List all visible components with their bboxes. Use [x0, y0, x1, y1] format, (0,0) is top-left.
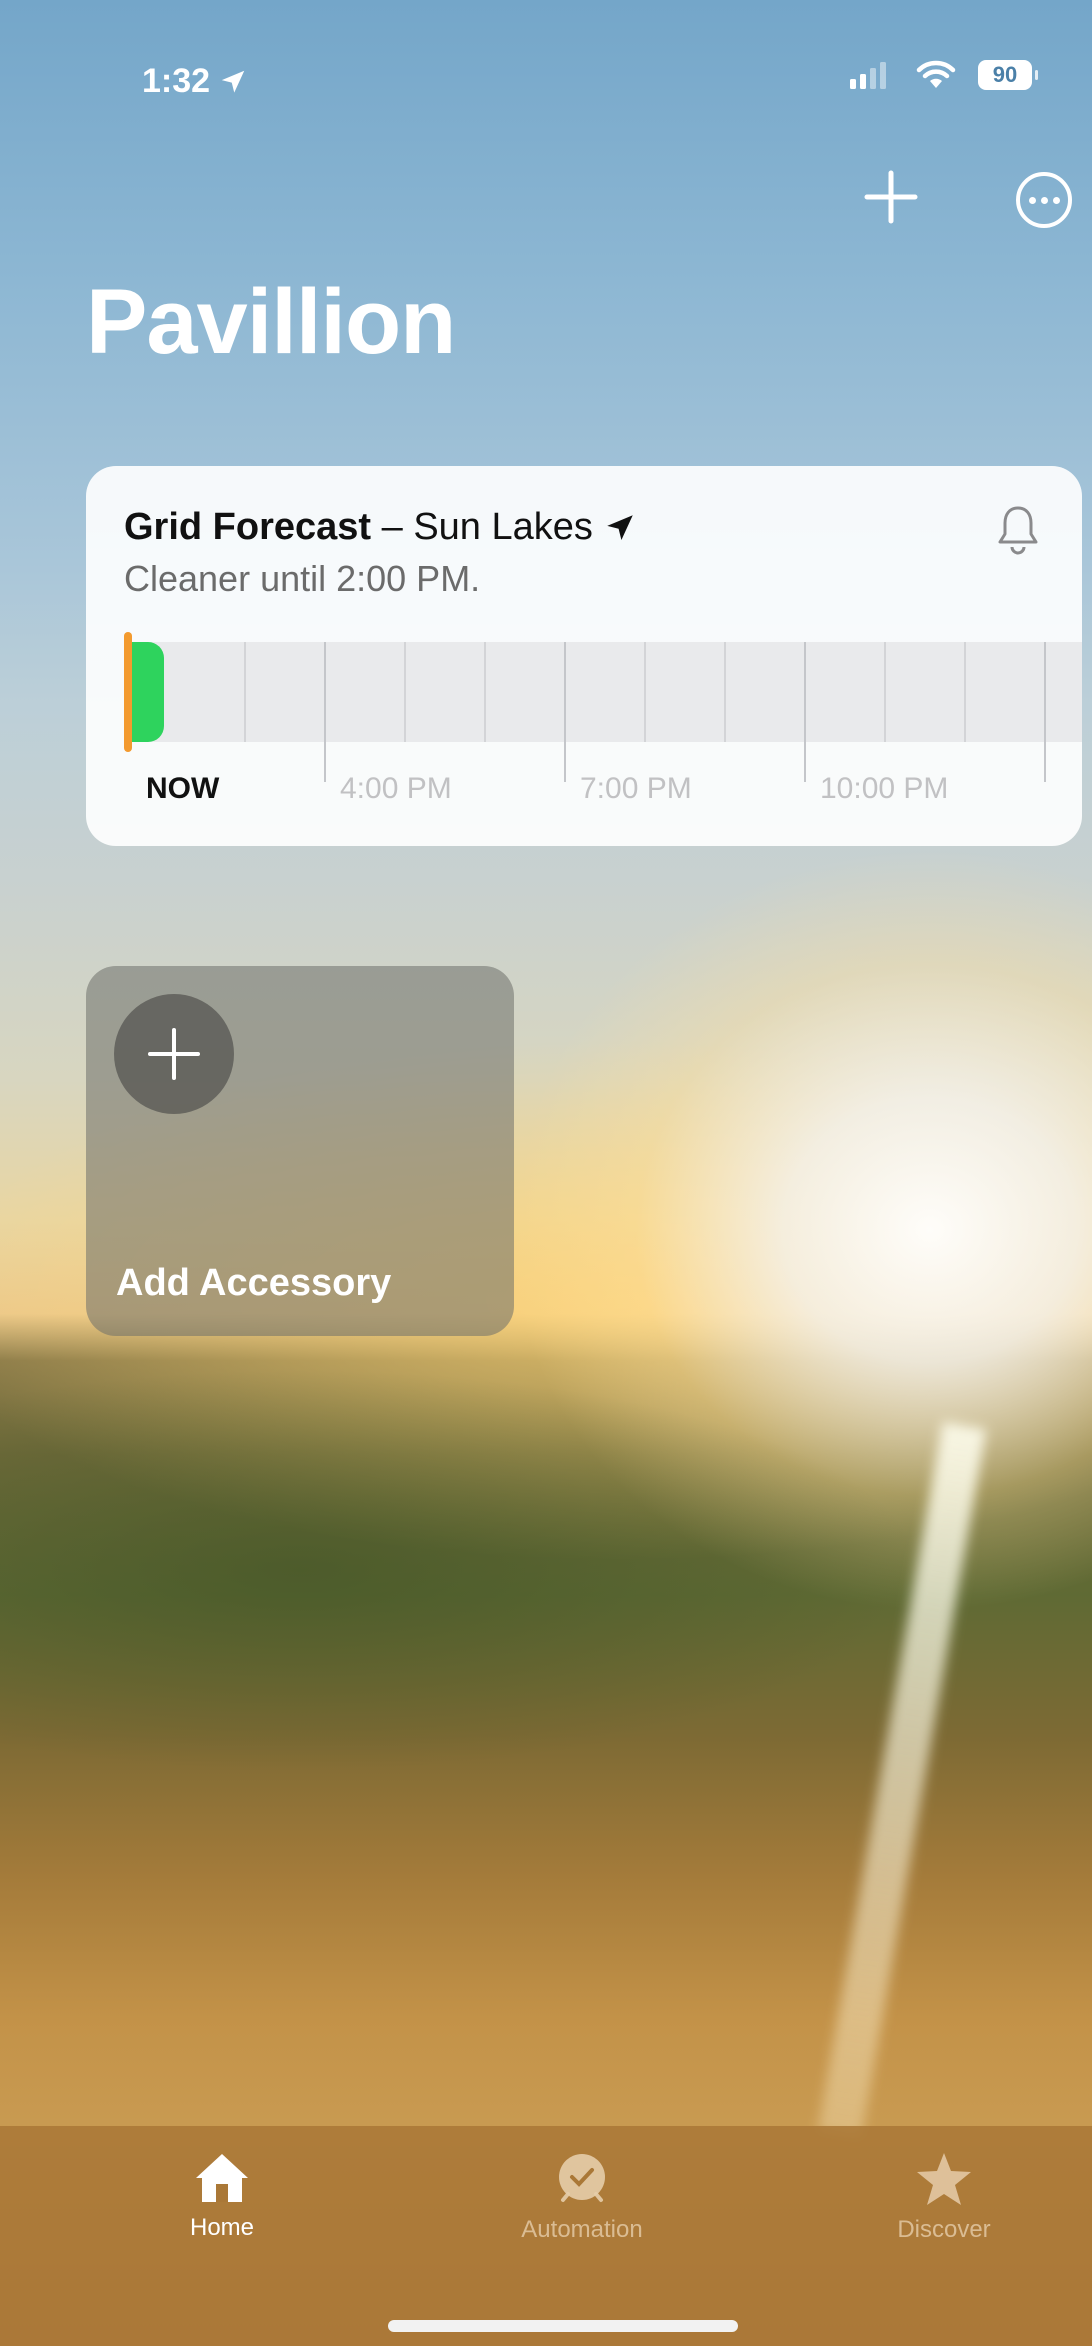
battery-indicator: 90	[978, 60, 1038, 90]
timeline-tick	[564, 642, 566, 782]
status-time-text: 1:32	[142, 62, 211, 100]
dot	[1028, 196, 1036, 204]
tab-label: Discover	[897, 2216, 991, 2243]
forecast-title-bold: Grid Forecast	[124, 506, 372, 548]
bell-icon[interactable]	[996, 504, 1040, 556]
timeline-tick	[1044, 642, 1046, 782]
status-time: 1:32	[142, 62, 248, 101]
grid-forecast-card[interactable]: Grid Forecast – Sun Lakes Cleaner until …	[86, 466, 1082, 846]
forecast-location: – Sun Lakes	[371, 506, 593, 548]
timeline-tick	[804, 642, 806, 782]
now-marker	[124, 632, 132, 752]
add-accessory-label: Add Accessory	[116, 1262, 392, 1304]
timeline-time-label: 10:00 PM	[820, 772, 949, 805]
house-icon	[196, 2154, 248, 2202]
location-arrow-icon	[221, 70, 245, 93]
add-accessory-icon-wrap	[114, 994, 234, 1114]
timeline-tick	[484, 642, 486, 742]
plus-icon	[864, 170, 918, 224]
more-button[interactable]	[1016, 172, 1072, 228]
timeline-time-label: 4:00 PM	[340, 772, 452, 805]
timeline-tick	[724, 642, 726, 742]
plus-icon	[148, 1028, 200, 1080]
clock-icon	[559, 2154, 605, 2202]
forecast-title: Grid Forecast – Sun Lakes	[124, 506, 637, 549]
timeline-tick	[404, 642, 406, 742]
battery-level: 90	[992, 62, 1018, 87]
timeline-tick	[964, 642, 966, 742]
timeline-now-label: NOW	[146, 772, 220, 805]
location-arrow-icon	[607, 514, 633, 540]
page-title: Pavillion	[86, 271, 456, 373]
clean-period-bar	[130, 642, 164, 742]
dot	[1040, 196, 1048, 204]
tab-home[interactable]: Home	[122, 2150, 322, 2242]
tab-automation[interactable]: Automation	[482, 2150, 682, 2244]
timeline-tick	[884, 642, 886, 742]
timeline-tick	[324, 642, 326, 782]
star-icon	[917, 2153, 971, 2205]
dot	[1052, 196, 1060, 204]
add-button[interactable]	[862, 168, 920, 226]
tab-label: Home	[189, 2214, 255, 2241]
tab-bar: Home Automation Discover	[0, 2126, 1092, 2346]
timeline-time-label: 7:00 PM	[580, 772, 692, 805]
timeline-tick	[644, 642, 646, 742]
home-indicator[interactable]	[388, 2320, 738, 2332]
status-indicators: 90	[850, 60, 1038, 90]
tab-label: Automation	[521, 2216, 643, 2243]
forecast-subtitle: Cleaner until 2:00 PM.	[124, 558, 481, 599]
home-screen: 1:32 90 Pavillion Grid Forecast – Sun La…	[0, 0, 1092, 2346]
tab-discover[interactable]: Discover	[844, 2150, 1044, 2244]
add-accessory-tile[interactable]: Add Accessory	[86, 966, 514, 1336]
cellular-signal-icon	[850, 62, 886, 89]
wifi-icon	[916, 60, 956, 88]
forecast-timeline	[124, 632, 1082, 782]
timeline-tick	[244, 642, 246, 742]
